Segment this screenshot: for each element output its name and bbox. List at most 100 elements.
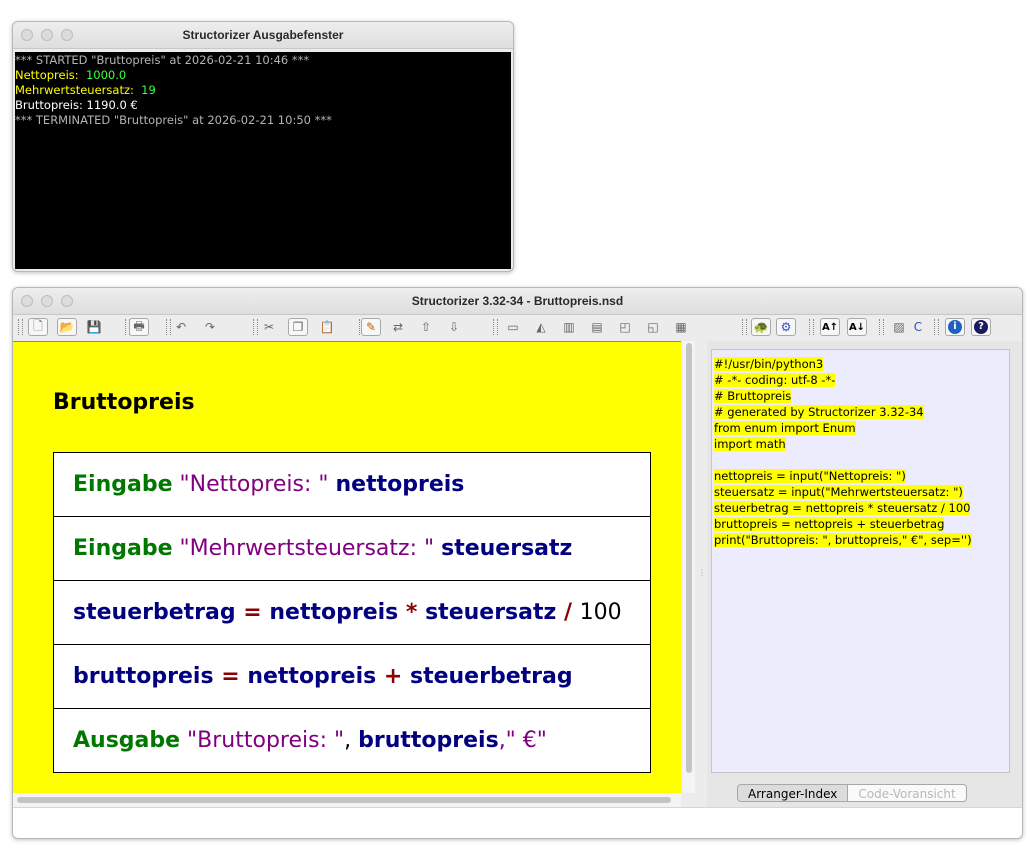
token-kw: Eingabe [73,536,173,561]
code-line: steuerbetrag = nettopreis * steuersatz /… [714,500,1009,516]
code-preview-area[interactable]: #!/usr/bin/python3 # -*- coding: utf-8 -*… [711,349,1010,773]
add-repeat-loop-button[interactable]: ◱ [643,318,663,336]
analyser-icon: C [913,320,923,334]
paste-icon: 📋 [319,320,335,334]
preview-tabs: Arranger-Index Code-Voransicht [737,784,967,802]
token-kw: Eingabe [73,472,173,497]
output-window-title: Structorizer Ausgabefenster [182,28,344,42]
stmt-assign-steuerbetrag[interactable]: steuerbetrag = nettopreis * steuersatz /… [54,580,650,644]
export-icon: ▨ [893,320,905,334]
scroll-thumb[interactable] [686,343,692,773]
print-button[interactable]: 🖶 [129,318,149,336]
main-window-titlebar[interactable]: Structorizer 3.32-34 - Bruttopreis.nsd [13,288,1022,315]
redo-button[interactable]: ↷ [200,318,220,336]
splitter-handle-icon[interactable]: ⋮ [698,568,706,577]
analyser-button[interactable]: C [908,318,928,336]
diagram-title[interactable]: Bruttopreis [53,390,195,415]
output-window-titlebar[interactable]: Structorizer Ausgabefenster [13,22,513,49]
run-turtle-button[interactable]: 🐢 [751,318,771,336]
add-while-loop-button[interactable]: ◰ [615,318,635,336]
new-file-button[interactable]: 🗋 [28,318,48,336]
transmute-button[interactable]: ⇄ [388,318,408,336]
toolbar: 🗋 📂 💾 🖶 ↶ ↷ ✂ ❐ 📋 ✎ ⇄ ⇧ ⇩ ▭ ◭ ▥ ▤ ◰ ◱ ▦ 🐢 ⚙ A↑ A↓ ▨ Ci? [13,315,1022,339]
undo-button[interactable]: ↶ [171,318,191,336]
run-turtle-icon: 🐢 [753,320,769,334]
move-up-button[interactable]: ⇧ [416,318,436,336]
token-var: steuerbetrag [73,600,236,625]
code-line: #!/usr/bin/python3 [714,356,1009,372]
code-line: from enum import Enum [714,420,1009,436]
token-op: / [556,600,580,625]
help-icon: ? [974,320,988,334]
transmute-icon: ⇄ [392,320,404,334]
add-instruction-button[interactable]: ▭ [503,318,523,336]
open-folder-icon: 📂 [59,320,75,334]
code-text: steuerbetrag = nettopreis * steuersatz /… [714,501,971,515]
code-text: #!/usr/bin/python3 [714,357,824,371]
add-alternative-icon: ◭ [536,320,546,334]
token-var: bruttopreis [73,664,214,689]
token-str: "Bruttopreis: " [180,728,345,753]
add-case-icon: ▥ [563,320,575,334]
add-alternative-button[interactable]: ◭ [531,318,551,336]
cut-button[interactable]: ✂ [259,318,279,336]
token-kw: Ausgabe [73,728,181,753]
redo-icon: ↷ [204,320,216,334]
tab-arranger-index[interactable]: Arranger-Index [737,784,849,802]
font-down-button[interactable]: A↓ [847,318,867,336]
toolbar-grip[interactable] [879,319,884,335]
add-call-button[interactable]: ▦ [671,318,691,336]
about-button[interactable]: i [945,318,965,336]
toolbar-grip[interactable] [809,319,814,335]
code-text: nettopreis = input("Nettopreis: ") [714,469,906,483]
move-down-button[interactable]: ⇩ [444,318,464,336]
about-icon: i [948,320,962,334]
code-line: # generated by Structorizer 3.32-34 [714,404,1009,420]
add-for-loop-button[interactable]: ▤ [587,318,607,336]
console-text: *** TERMINATED "Bruttopreis" at 2026-02-… [15,113,332,127]
export-button[interactable]: ▨ [889,318,909,336]
toolbar-grip[interactable] [253,319,258,335]
font-up-button[interactable]: A↑ [820,318,840,336]
token-num: 100 [579,600,622,625]
code-line: bruttopreis = nettopreis + steuerbetrag [714,516,1009,532]
stmt-output-bruttopreis[interactable]: Ausgabe "Bruttopreis: ", bruttopreis ," €… [54,708,650,772]
stmt-input-steuersatz[interactable]: Eingabe "Mehrwertsteuersatz: " steuersat… [54,516,650,580]
code-line: import math [714,436,1009,452]
diagram-vertical-scrollbar[interactable] [683,341,695,793]
code-preview-panel: #!/usr/bin/python3 # -*- coding: utf-8 -*… [707,341,1022,807]
diagram-horizontal-scrollbar[interactable] [13,793,681,807]
code-text: bruttopreis = nettopreis + steuerbetrag [714,517,945,531]
diagram-canvas[interactable]: Bruttopreis Eingabe "Nettopreis: " netto… [13,341,681,794]
save-button[interactable]: 💾 [84,318,104,336]
console-text: Mehrwertsteuersatz: [15,83,138,97]
code-text: from enum import Enum [714,421,856,435]
code-text: print("Bruttopreis: ", bruttopreis," €",… [714,533,972,547]
toolbar-grip[interactable] [493,319,498,335]
open-folder-button[interactable]: 📂 [57,318,77,336]
stmt-input-nettopreis[interactable]: Eingabe "Nettopreis: " nettopreis [54,453,650,516]
token-str: ," €" [498,728,547,753]
toolbar-grip[interactable] [18,319,23,335]
token-var: steuersatz [425,600,557,625]
help-button[interactable]: ? [971,318,991,336]
scroll-thumb[interactable] [17,797,671,803]
cut-icon: ✂ [263,320,275,334]
toolbar-grip[interactable] [742,319,747,335]
output-console[interactable]: *** STARTED "Bruttopreis" at 2026-02-21 … [15,52,511,269]
move-down-icon: ⇩ [448,320,460,334]
token-var: steuersatz [441,536,573,561]
edit-element-button[interactable]: ✎ [361,318,381,336]
paste-button[interactable]: 📋 [317,318,337,336]
stmt-assign-bruttopreis[interactable]: bruttopreis = nettopreis + steuerbetrag [54,644,650,708]
token-op: + [376,664,410,689]
tab-code-preview[interactable]: Code-Voransicht [848,784,967,802]
font-down-icon: A↓ [848,321,866,333]
token-num: , [344,728,359,753]
add-case-button[interactable]: ▥ [559,318,579,336]
copy-button[interactable]: ❐ [288,318,308,336]
executor-icon: ⚙ [780,320,792,334]
executor-button[interactable]: ⚙ [776,318,796,336]
toolbar-grip[interactable] [934,319,939,335]
